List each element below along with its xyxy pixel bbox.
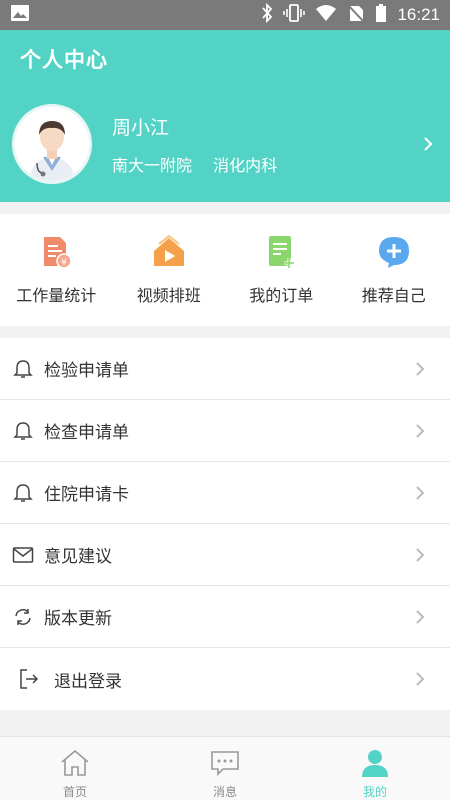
workload-stats-icon: ¥ <box>44 237 72 269</box>
tab-bar: 首页 消息 我的 <box>0 736 450 800</box>
doctor-avatar-icon <box>15 107 89 181</box>
chevron-right-icon <box>412 421 428 441</box>
chevron-right-icon <box>412 359 428 379</box>
quick-label: 我的订单 <box>249 286 314 305</box>
tab-messages[interactable]: 消息 <box>150 737 300 800</box>
tab-label: 消息 <box>212 785 237 799</box>
tab-label: 我的 <box>362 785 387 799</box>
battery-icon <box>375 3 387 27</box>
image-icon <box>10 4 30 26</box>
menu-item-lab-request[interactable]: 检验申请单 <box>0 338 450 400</box>
quick-actions: ¥ 工作量统计 视频排班 我的订单 推荐自己 <box>0 214 450 326</box>
chevron-right-icon <box>412 483 428 503</box>
status-bar: 16:21 <box>0 0 450 30</box>
quick-video-schedule[interactable]: 视频排班 <box>113 214 226 326</box>
menu-item-label: 退出登录 <box>54 671 122 692</box>
message-icon <box>211 751 239 776</box>
wifi-icon <box>315 4 337 26</box>
quick-label: 视频排班 <box>136 286 201 305</box>
profile-hospital: 南大一附院 <box>112 155 193 175</box>
orders-icon <box>269 236 295 268</box>
chevron-right-icon <box>412 545 428 565</box>
profile-name: 周小江 <box>112 116 170 139</box>
tab-home[interactable]: 首页 <box>0 737 150 800</box>
recommend-icon <box>378 237 409 268</box>
header: 个人中心 周小江 南大一附院 消化内科 <box>0 30 450 202</box>
bell-icon <box>12 358 34 380</box>
menu-item-label: 意见建议 <box>44 547 112 567</box>
page-title: 个人中心 <box>20 48 108 72</box>
tab-mine[interactable]: 我的 <box>300 737 450 800</box>
chevron-right-icon <box>412 669 428 689</box>
status-time: 16:21 <box>397 5 440 24</box>
quick-workload-stats[interactable]: ¥ 工作量统计 <box>0 214 113 326</box>
refresh-icon <box>12 606 34 628</box>
chevron-right-icon <box>412 607 428 627</box>
mail-icon <box>12 544 34 566</box>
user-icon <box>362 750 388 777</box>
profile-department: 消化内科 <box>213 155 278 175</box>
menu-item-label: 住院申请卡 <box>44 485 129 505</box>
menu-item-label: 检验申请单 <box>44 361 129 381</box>
quick-my-orders[interactable]: 我的订单 <box>225 214 338 326</box>
svg-text:¥: ¥ <box>61 258 67 268</box>
menu-item-label: 版本更新 <box>44 609 112 629</box>
quick-label: 工作量统计 <box>16 286 97 305</box>
video-schedule-icon <box>153 234 184 266</box>
menu-item-admission-card[interactable]: 住院申请卡 <box>0 462 450 524</box>
bluetooth-icon <box>261 2 273 27</box>
menu-item-logout[interactable]: 退出登录 <box>0 648 450 710</box>
menu-item-exam-request[interactable]: 检查申请单 <box>0 400 450 462</box>
tab-label: 首页 <box>62 785 87 799</box>
logout-icon <box>18 668 40 690</box>
avatar <box>12 104 92 184</box>
bell-icon <box>12 420 34 442</box>
menu-item-feedback[interactable]: 意见建议 <box>0 524 450 586</box>
quick-label: 推荐自己 <box>361 286 426 305</box>
profile-card[interactable]: 周小江 南大一附院 消化内科 <box>12 102 438 186</box>
menu-item-label: 检查申请单 <box>44 423 129 443</box>
menu-list: 检验申请单 检查申请单 住院申请卡 意见建议 版本更新 退出登录 <box>0 338 450 710</box>
bell-icon <box>12 482 34 504</box>
menu-item-version-update[interactable]: 版本更新 <box>0 586 450 648</box>
quick-recommend-self[interactable]: 推荐自己 <box>338 214 450 326</box>
no-sim-icon <box>347 3 366 27</box>
chevron-right-icon[interactable] <box>418 134 438 154</box>
home-icon <box>61 749 89 776</box>
vibrate-icon <box>283 3 306 27</box>
